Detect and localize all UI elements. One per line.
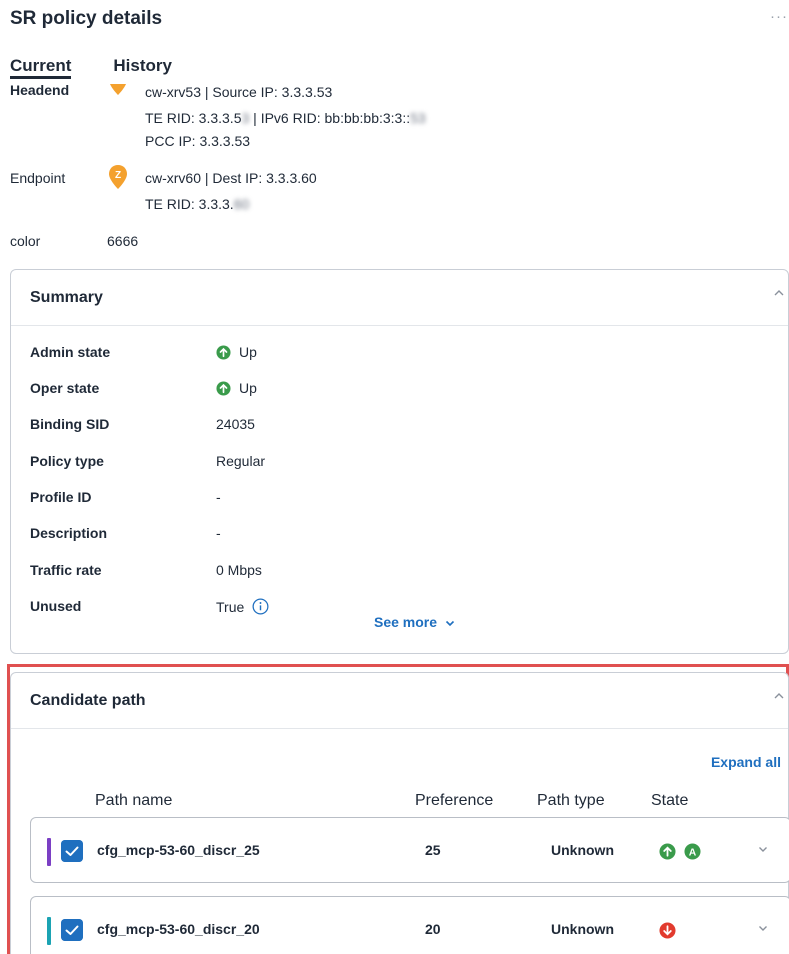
endpoint-line1: cw-xrv60 | Dest IP: 3.3.3.60	[145, 170, 317, 186]
candidate-path-card-header[interactable]: Candidate path	[11, 673, 788, 729]
path-state	[659, 922, 684, 939]
path-state: A	[659, 843, 709, 860]
summary-card: Summary Admin state Up Oper state Up Bin…	[10, 269, 789, 654]
tab-current[interactable]: Current	[10, 56, 72, 79]
chevron-down-icon[interactable]	[758, 923, 768, 933]
see-more-link[interactable]: See more	[374, 614, 455, 630]
svg-text:Z: Z	[115, 170, 121, 181]
candidate-path-row[interactable]: cfg_mcp-53-60_discr_25 25 Unknown A	[30, 817, 789, 883]
path-preference: 25	[425, 842, 441, 858]
svg-text:A: A	[689, 847, 697, 858]
column-header-path-name[interactable]: Path name	[95, 792, 172, 810]
color-value: 6666	[107, 233, 139, 249]
path-color-bar	[47, 838, 51, 866]
path-name: cfg_mcp-53-60_discr_25	[97, 842, 260, 858]
panel-title: SR policy details	[10, 8, 163, 29]
chevron-down-icon	[445, 621, 455, 627]
chevron-down-icon[interactable]	[758, 844, 768, 854]
summary-title: Summary	[30, 289, 103, 306]
path-type: Unknown	[551, 842, 614, 858]
tab-history[interactable]: History	[113, 56, 172, 79]
status-up-icon	[216, 344, 231, 360]
path-preference: 20	[425, 921, 441, 937]
column-header-preference[interactable]: Preference	[415, 792, 493, 810]
headend-line1: cw-xrv53 | Source IP: 3.3.3.53	[145, 84, 333, 100]
candidate-path-title: Candidate path	[30, 692, 146, 709]
path-type: Unknown	[551, 921, 614, 937]
tab-bar: Current History	[10, 56, 214, 79]
status-up-icon	[216, 380, 231, 396]
details-content[interactable]: Headend A cw-xrv53 | Source IP: 3.3.3.53…	[0, 84, 789, 954]
svg-text:A: A	[114, 84, 121, 87]
active-badge-icon: A	[684, 843, 701, 860]
summary-card-header[interactable]: Summary	[11, 270, 788, 326]
ellipsis-icon[interactable]: ···	[770, 8, 788, 25]
info-icon[interactable]	[252, 598, 269, 615]
color-label: color	[10, 233, 41, 249]
endpoint-label: Endpoint	[10, 170, 66, 186]
status-down-icon	[659, 922, 676, 939]
status-up-icon	[659, 843, 676, 860]
candidate-path-row[interactable]: cfg_mcp-53-60_discr_20 20 Unknown	[30, 896, 789, 954]
location-pin-z-icon: Z	[109, 165, 127, 189]
endpoint-line2: TE RID: 3.3.3.60	[145, 196, 250, 212]
chevron-up-icon[interactable]	[774, 691, 784, 701]
column-header-path-type[interactable]: Path type	[537, 792, 605, 810]
candidate-path-card: Candidate path Expand all Path name Pref…	[10, 672, 789, 954]
headend-line2: TE RID: 3.3.3.53 | IPv6 RID: bb:bb:bb:3:…	[145, 110, 426, 126]
path-checkbox[interactable]	[61, 919, 83, 941]
chevron-up-icon[interactable]	[774, 288, 784, 298]
location-pin-a-icon: A	[110, 84, 126, 95]
headend-label: Headend	[10, 84, 70, 98]
path-checkbox[interactable]	[61, 840, 83, 862]
headend-line3: PCC IP: 3.3.3.53	[145, 133, 251, 149]
column-header-state[interactable]: State	[651, 792, 688, 810]
path-color-bar	[47, 917, 51, 945]
path-name: cfg_mcp-53-60_discr_20	[97, 921, 260, 937]
expand-all-link[interactable]: Expand all	[711, 754, 781, 770]
